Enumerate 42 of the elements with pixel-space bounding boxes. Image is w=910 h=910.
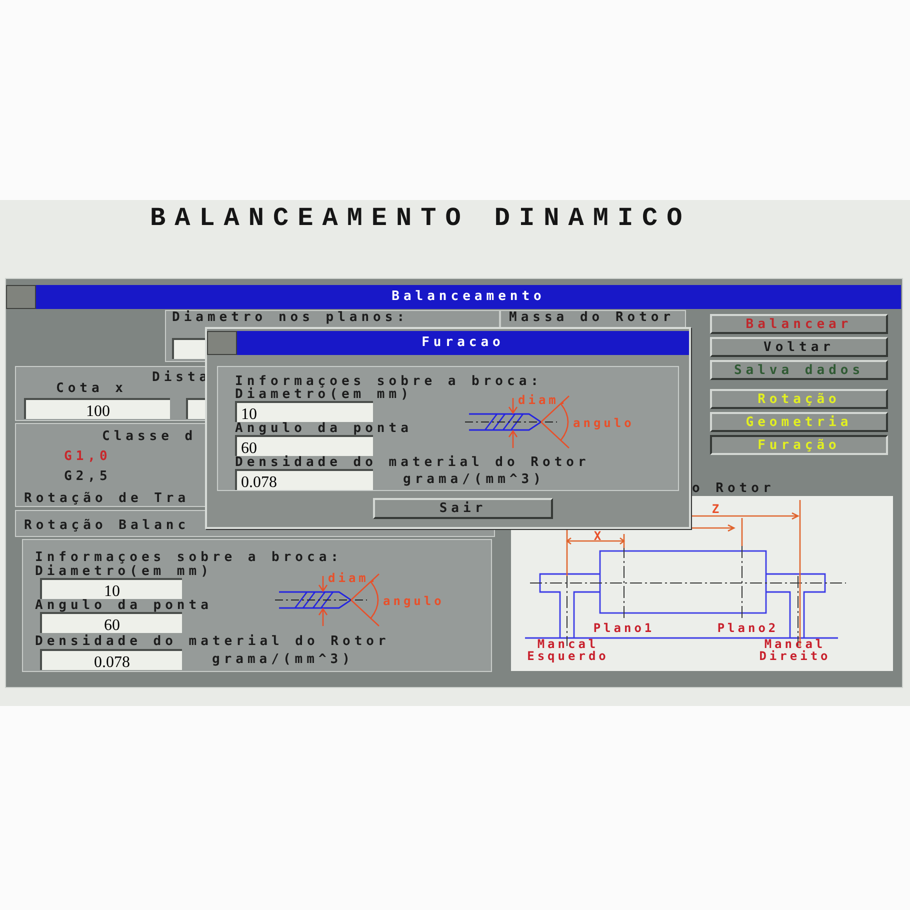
- option-item[interactable]: G2,5: [64, 470, 112, 483]
- dimension-label: X: [594, 529, 604, 543]
- plane-label: Plano2: [717, 621, 779, 635]
- menu-button[interactable]: Voltar: [710, 337, 888, 357]
- window-title: Balanceamento: [36, 285, 901, 309]
- field-label: Diametro nos planos:: [172, 311, 409, 324]
- dimension-label: diam.: [328, 570, 380, 585]
- field-label: Angulo da ponta: [35, 599, 212, 612]
- field-label: Diametro(em mm): [35, 565, 212, 578]
- field-label: Diametro(em mm): [235, 388, 412, 401]
- field-label: Densidade do material do Rotor: [35, 634, 390, 649]
- bearing-label: Mancal Direito: [759, 637, 831, 663]
- field-label: Rotação Balanc: [24, 519, 190, 532]
- dimension-label: angulo: [383, 594, 444, 608]
- input-field[interactable]: 0.078: [235, 469, 373, 490]
- bearing-label: Mancal Esquerdo: [527, 637, 609, 663]
- unit-label: grama/(mm^3): [403, 473, 545, 486]
- dialog-title: Furacao: [237, 331, 689, 355]
- panel-heading: Informaçoes sobre a broca:: [235, 375, 542, 388]
- field-label: Cota x: [56, 382, 127, 395]
- input-field[interactable]: 60: [40, 612, 182, 634]
- unit-label: grama/(mm^3): [212, 653, 354, 666]
- field-label: Rotação de Tra: [24, 492, 190, 505]
- screen-title: BALANCEAMENTO DINAMICO: [150, 203, 692, 233]
- plane-label: Plano1: [593, 621, 655, 635]
- dimension-label: diam.: [518, 393, 570, 407]
- field-label: Angulo da ponta: [235, 422, 412, 435]
- input-field[interactable]: 0.078: [40, 649, 182, 670]
- input-field[interactable]: 10: [235, 401, 373, 422]
- input-field[interactable]: 100: [24, 398, 170, 419]
- window-menu-button[interactable]: [207, 331, 237, 355]
- input-field[interactable]: 10: [40, 578, 182, 600]
- window-menu-button[interactable]: [6, 285, 36, 309]
- dimension-label: Z: [712, 502, 722, 516]
- panel-title: o Rotor: [692, 482, 775, 495]
- input-field[interactable]: 60: [235, 435, 373, 456]
- field-label: Densidade do material do Rotor: [235, 456, 590, 469]
- section-label: Classe d: [102, 430, 197, 443]
- dimension-label: angulo: [573, 416, 634, 430]
- exit-button[interactable]: Sair: [373, 498, 553, 519]
- panel-heading: Informaçoes sobre a broca:: [35, 551, 342, 565]
- field-label: Massa do Rotor: [509, 311, 675, 324]
